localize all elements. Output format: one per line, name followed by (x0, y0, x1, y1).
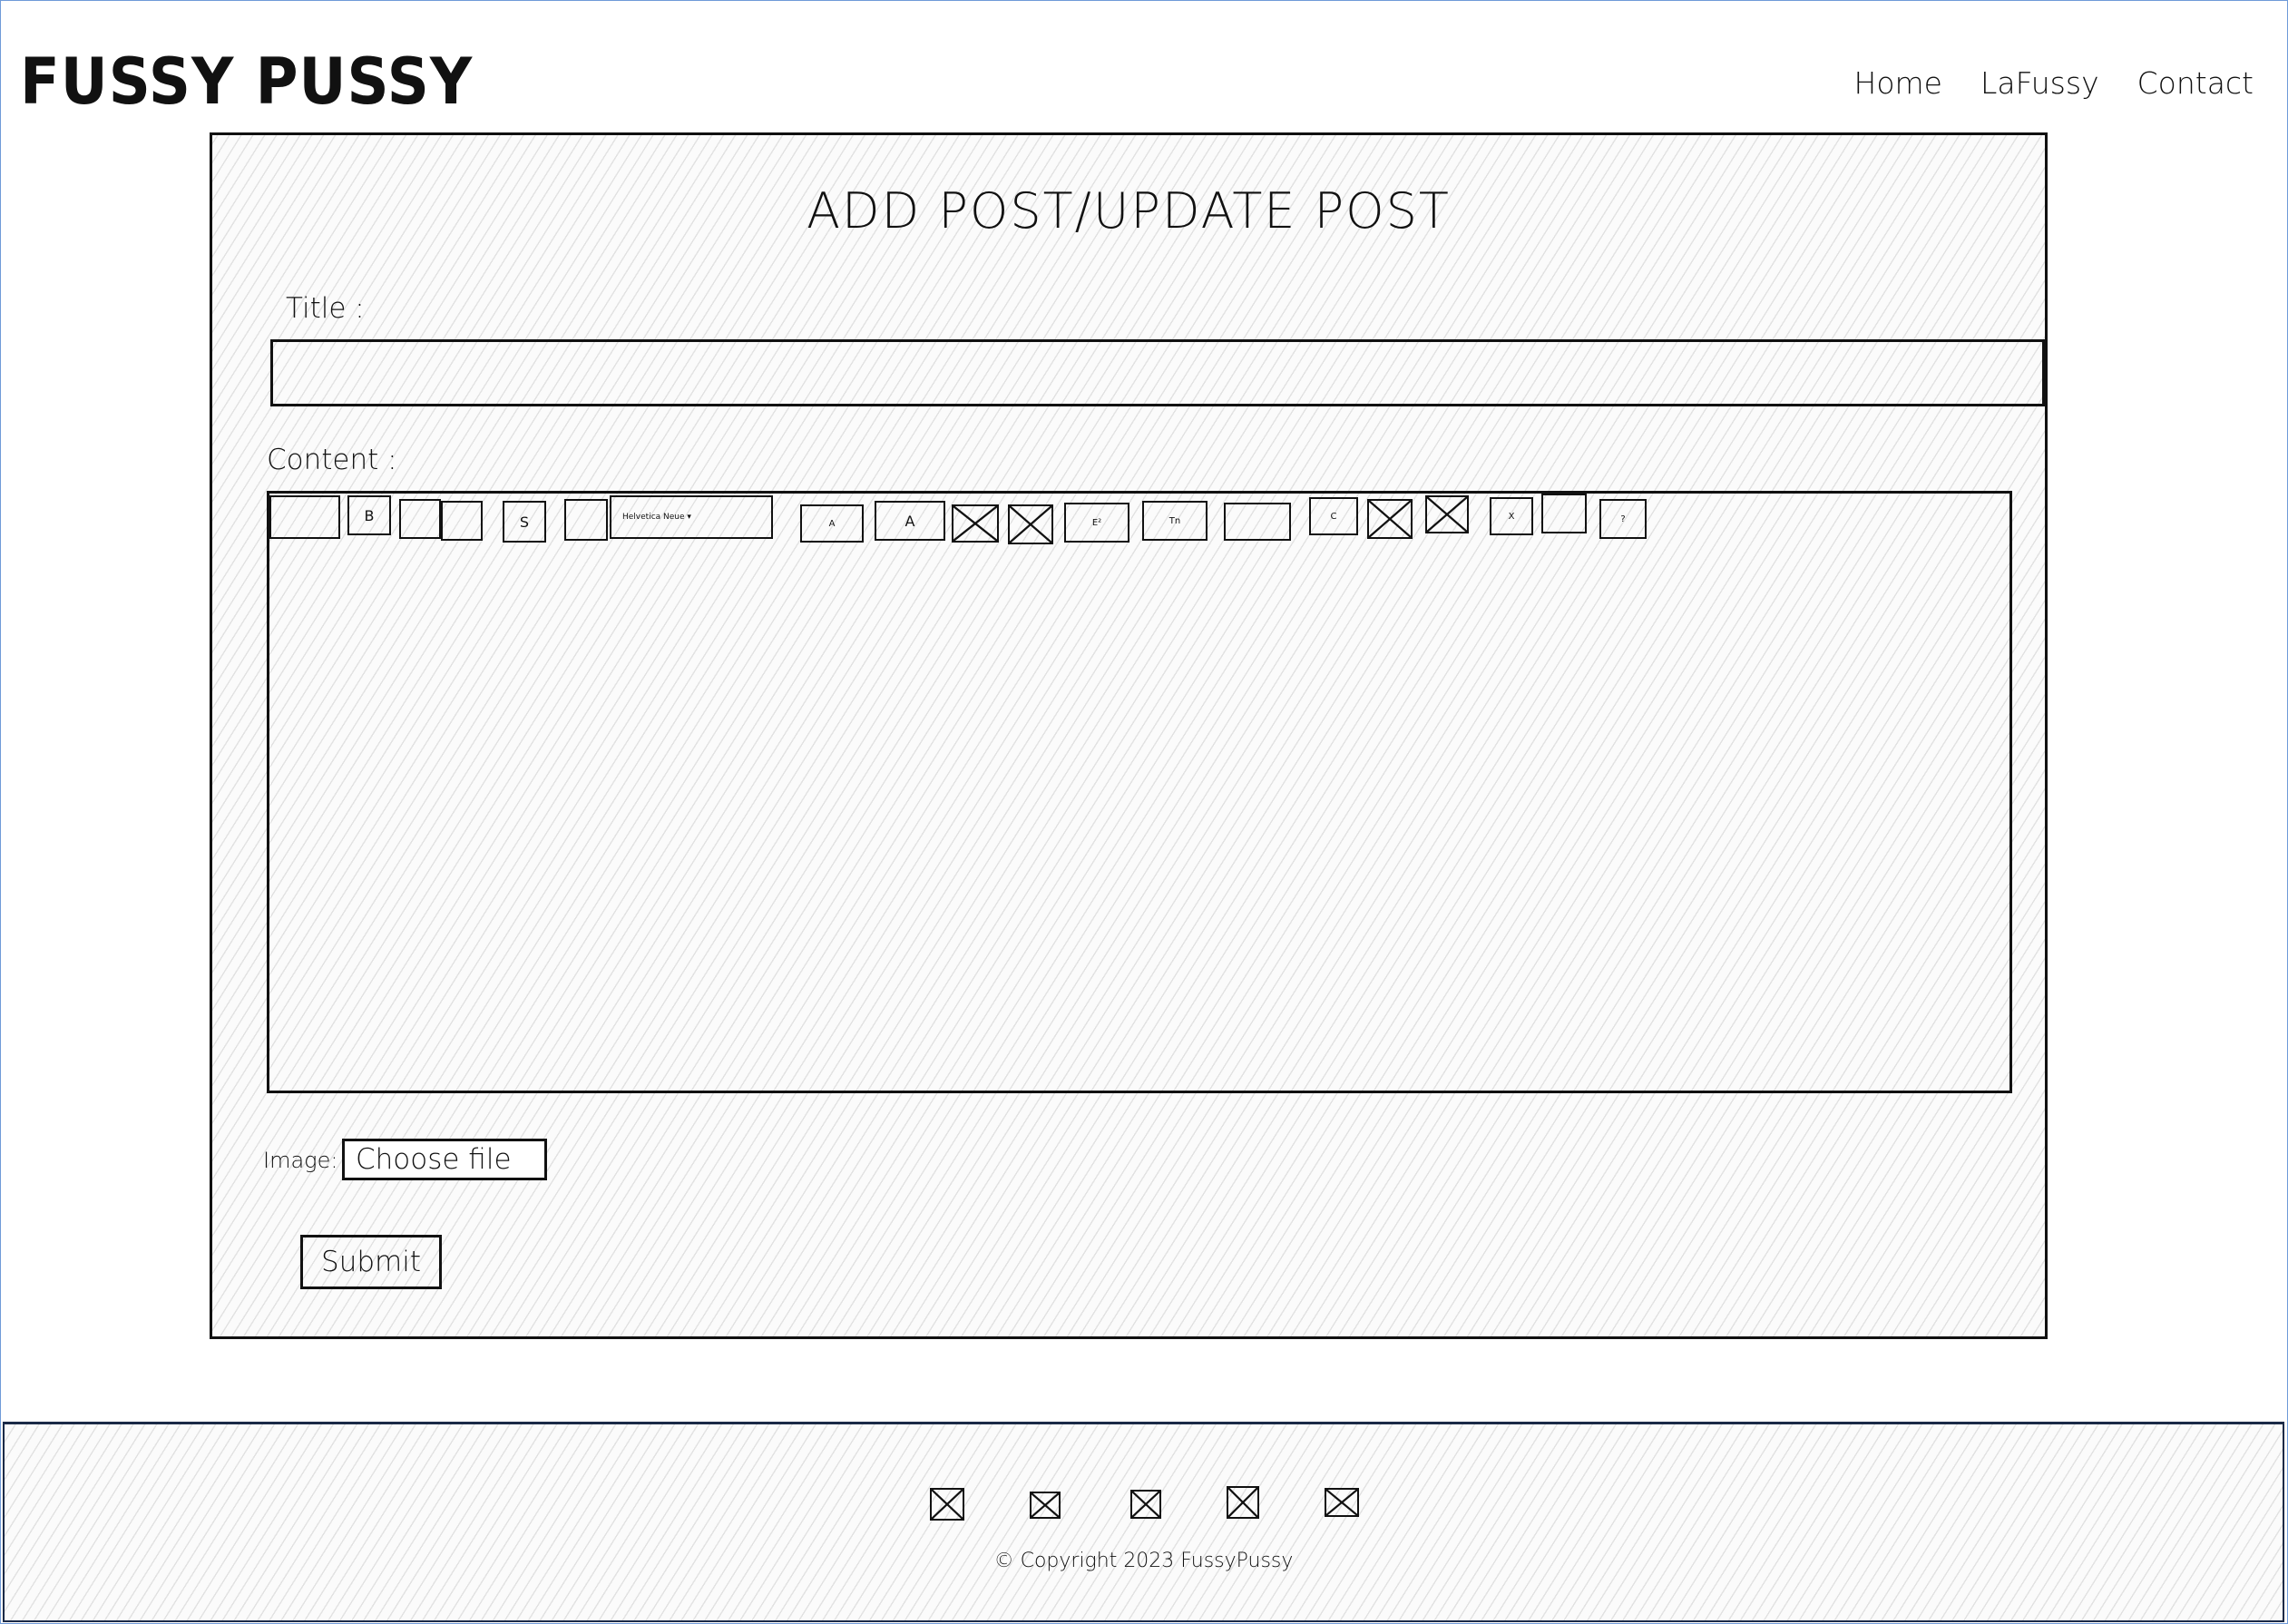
content-label: Content : (267, 444, 397, 476)
title-input[interactable] (270, 339, 2045, 406)
submit-button[interactable]: Submit (300, 1235, 442, 1289)
image-label: Image: (263, 1148, 338, 1173)
nav-contact[interactable]: Contact (2137, 65, 2254, 101)
toolbar-button-18[interactable] (1541, 494, 1587, 533)
code-button[interactable]: C (1309, 497, 1358, 535)
content-textarea[interactable] (273, 544, 2006, 1087)
font-size-large-button[interactable]: A (875, 501, 945, 541)
font-size-small-button[interactable]: A (800, 504, 864, 543)
main-nav: Home LaFussy Contact (1854, 65, 2254, 101)
page-title: ADD POST/UPDATE POST (807, 182, 1451, 240)
link-placeholder-icon[interactable] (1425, 495, 1469, 533)
toolbar-button-13[interactable] (1224, 503, 1291, 541)
site-logo[interactable]: FUSSY PUSSY (20, 45, 473, 119)
copyright-text: © Copyright 2023 FussyPussy (993, 1550, 1294, 1572)
nav-home[interactable]: Home (1854, 65, 1942, 101)
font-family-dropdown[interactable]: Helvetica Neue ▾ (610, 495, 773, 539)
help-button[interactable]: ? (1599, 499, 1647, 539)
nav-lafussy[interactable]: LaFussy (1980, 65, 2099, 101)
clear-format-button[interactable]: X (1490, 497, 1533, 535)
social-icon-3[interactable] (1130, 1490, 1161, 1519)
italic-button[interactable] (399, 499, 441, 539)
choose-file-button[interactable]: Choose file (342, 1139, 547, 1180)
social-icon-5[interactable] (1325, 1488, 1359, 1517)
post-form-card: ADD POST/UPDATE POST Title : Content : B… (210, 132, 2048, 1339)
site-footer: © Copyright 2023 FussyPussy (3, 1422, 2284, 1622)
content-editor: B S Helvetica Neue ▾ A A E² Tn C X ? (267, 491, 2012, 1093)
bold-button[interactable]: B (347, 495, 391, 535)
social-icon-4[interactable] (1227, 1486, 1259, 1519)
image-placeholder-icon[interactable] (952, 504, 999, 543)
social-icon-2[interactable] (1030, 1492, 1061, 1519)
toolbar-button-1[interactable] (269, 495, 340, 539)
toolbar-button-6[interactable] (564, 499, 608, 541)
social-icon-1[interactable] (930, 1488, 964, 1521)
media-placeholder-icon[interactable] (1008, 504, 1053, 544)
underline-button[interactable] (441, 501, 483, 541)
strikethrough-button[interactable]: S (503, 501, 546, 543)
title-label: Title : (286, 292, 365, 325)
table-placeholder-icon[interactable] (1367, 499, 1413, 539)
superscript-button[interactable]: E² (1064, 503, 1129, 543)
subscript-button[interactable]: Tn (1142, 501, 1208, 541)
